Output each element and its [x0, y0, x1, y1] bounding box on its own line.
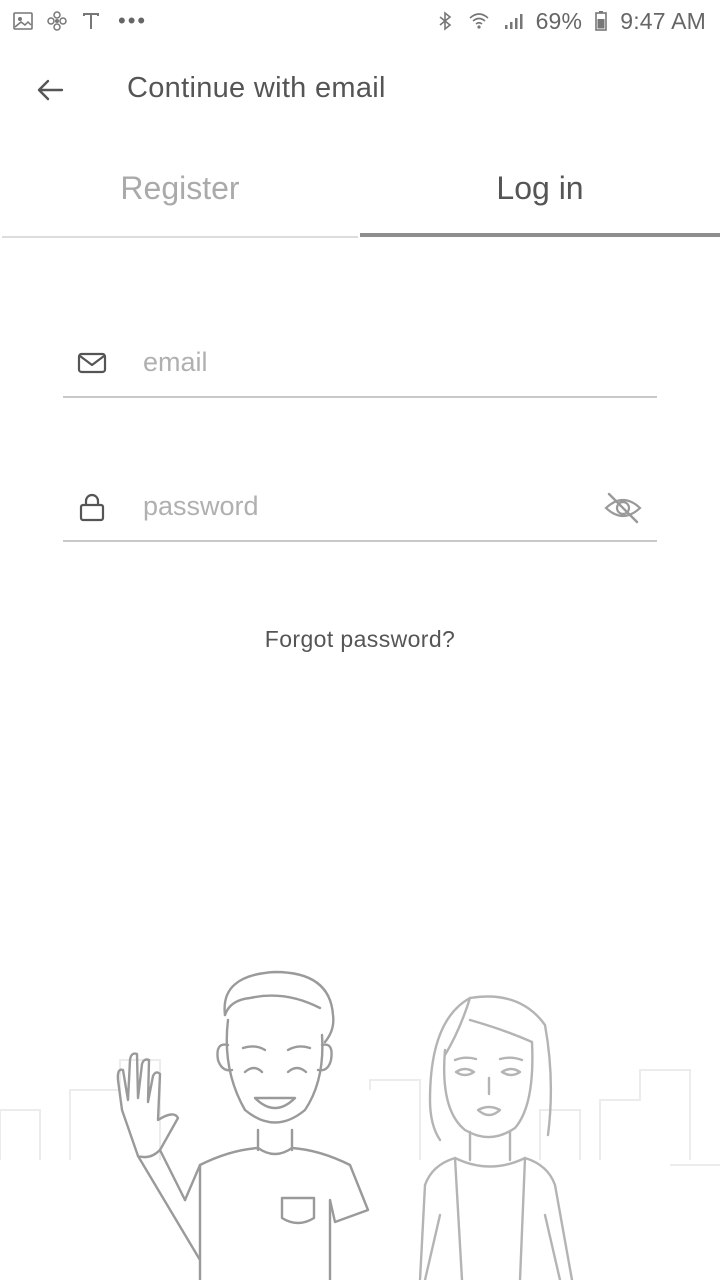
password-input[interactable]	[143, 484, 583, 528]
arrow-left-icon	[37, 79, 64, 101]
more-notifications-indicator: •••	[118, 8, 148, 33]
wifi-icon	[468, 10, 490, 32]
battery-icon	[594, 10, 608, 32]
status-bar-right: 69% 9:47 AM	[434, 8, 706, 35]
back-button[interactable]	[22, 62, 78, 118]
pinwheel-icon	[46, 10, 68, 32]
battery-percentage: 69%	[535, 7, 583, 34]
mail-icon	[75, 346, 109, 380]
signal-icon	[502, 10, 524, 32]
password-field	[63, 470, 657, 542]
tab-divider	[2, 236, 358, 238]
t-mobile-icon	[80, 10, 102, 32]
email-input[interactable]	[143, 340, 583, 384]
status-bar: ••• 69% 9:47 AM	[0, 0, 720, 42]
email-field	[63, 326, 657, 398]
clock: 9:47 AM	[620, 7, 706, 34]
tab-login[interactable]: Log in	[360, 150, 720, 240]
page-title: Continue with email	[127, 72, 386, 104]
login-screen: ••• 69% 9:47 AM Continue with email Regi…	[0, 0, 720, 1280]
lock-icon	[75, 490, 109, 524]
app-bar: Continue with email	[0, 52, 720, 132]
people-waving-illustration	[0, 970, 720, 1280]
eye-off-icon	[604, 492, 642, 524]
tab-register[interactable]: Register	[0, 150, 360, 240]
auth-tabs: Register Log in	[0, 150, 720, 240]
bluetooth-icon	[434, 10, 456, 32]
status-bar-left: •••	[12, 8, 147, 34]
forgot-password-link[interactable]: Forgot password?	[0, 626, 720, 653]
tab-active-indicator	[360, 233, 720, 237]
toggle-password-visibility-button[interactable]	[599, 484, 647, 532]
welcome-illustration	[0, 960, 720, 1280]
gallery-icon	[12, 10, 34, 32]
